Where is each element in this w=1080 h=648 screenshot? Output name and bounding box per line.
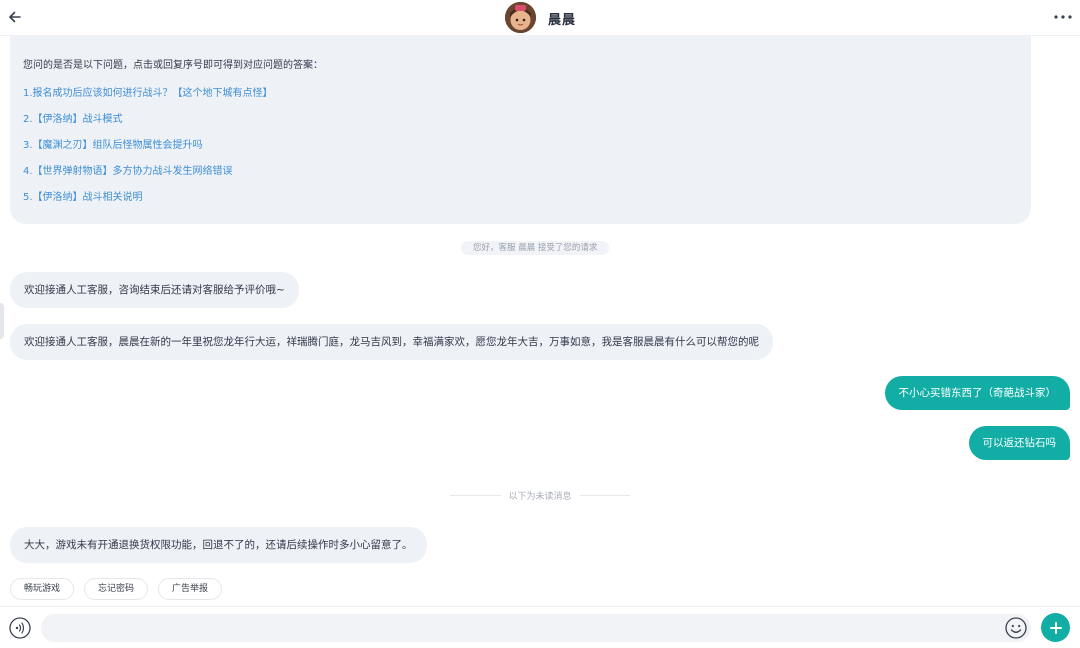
divider-line bbox=[579, 494, 631, 496]
back-button[interactable] bbox=[6, 6, 24, 28]
unread-divider: 以下为未读消息 bbox=[450, 488, 631, 502]
quick-replies: 畅玩游戏 忘记密码 广告举报 bbox=[10, 578, 223, 600]
faq-card: 您问的是否是以下问题，点击或回复序号即可得到对应问题的答案： 1.报名成功后应该… bbox=[10, 36, 1031, 224]
quick-reply-chip[interactable]: 忘记密码 bbox=[84, 578, 149, 600]
voice-button[interactable] bbox=[9, 617, 31, 639]
divider-line bbox=[450, 494, 501, 496]
agent-name: 晨晨 bbox=[548, 13, 577, 28]
faq-item[interactable]: 4.【世界弹射物语】多方协力战斗发生网络错误 bbox=[23, 162, 233, 177]
faq-item[interactable]: 5.【伊洛纳】战斗相关说明 bbox=[23, 188, 143, 203]
message-list: 您问的是否是以下问题，点击或回复序号即可得到对应问题的答案： 1.报名成功后应该… bbox=[0, 36, 1080, 606]
plus-icon bbox=[1049, 621, 1062, 634]
add-attachment-button[interactable] bbox=[1041, 613, 1070, 642]
faq-item[interactable]: 2.【伊洛纳】战斗模式 bbox=[23, 110, 123, 125]
faq-intro: 您问的是否是以下问题，点击或回复序号即可得到对应问题的答案： bbox=[23, 60, 323, 71]
user-message: 可以返还钻石吗 bbox=[968, 426, 1070, 460]
agent-message: 欢迎接通人工客服，晨晨在新的一年里祝您龙年行大运，祥瑞腾门庭，龙马吉风到，幸福满… bbox=[10, 324, 773, 360]
quick-reply-chip[interactable]: 广告举报 bbox=[158, 578, 223, 600]
message-input[interactable] bbox=[41, 614, 1031, 642]
composer-bar bbox=[0, 606, 1080, 648]
agent-message: 大大，游戏未有开通退换货权限功能，回退不了的，还请后续操作时多小心留意了。 bbox=[10, 527, 427, 563]
more-button[interactable] bbox=[1052, 8, 1074, 26]
emoji-button[interactable] bbox=[1005, 617, 1027, 639]
quick-reply-chip[interactable]: 畅玩游戏 bbox=[10, 578, 75, 600]
voice-icon bbox=[9, 617, 31, 639]
arrow-left-icon bbox=[9, 11, 21, 23]
chat-app: 晨晨 您问的是否是以下问题，点击或回复序号即可得到对应问题的答案： 1.报名成功… bbox=[0, 0, 1080, 648]
more-horizontal-icon bbox=[1054, 15, 1072, 19]
agent-avatar[interactable] bbox=[505, 2, 536, 33]
faq-item[interactable]: 1.报名成功后应该如何进行战斗？【这个地下城有点怪】 bbox=[23, 84, 273, 99]
chat-header: 晨晨 bbox=[0, 0, 1080, 36]
system-note: 您好，客服 晨晨 接受了您的请求 bbox=[461, 241, 610, 255]
unread-divider-label: 以下为未读消息 bbox=[508, 491, 572, 502]
user-message: 不小心买错东西了（奇葩战斗家） bbox=[884, 376, 1070, 410]
faq-item[interactable]: 3.【魔渊之刃】组队后怪物属性会提升吗 bbox=[23, 136, 203, 151]
agent-message: 欢迎接通人工客服，咨询结束后还请对客服给予评价哦~ bbox=[10, 272, 299, 308]
emoji-icon bbox=[1005, 617, 1027, 639]
